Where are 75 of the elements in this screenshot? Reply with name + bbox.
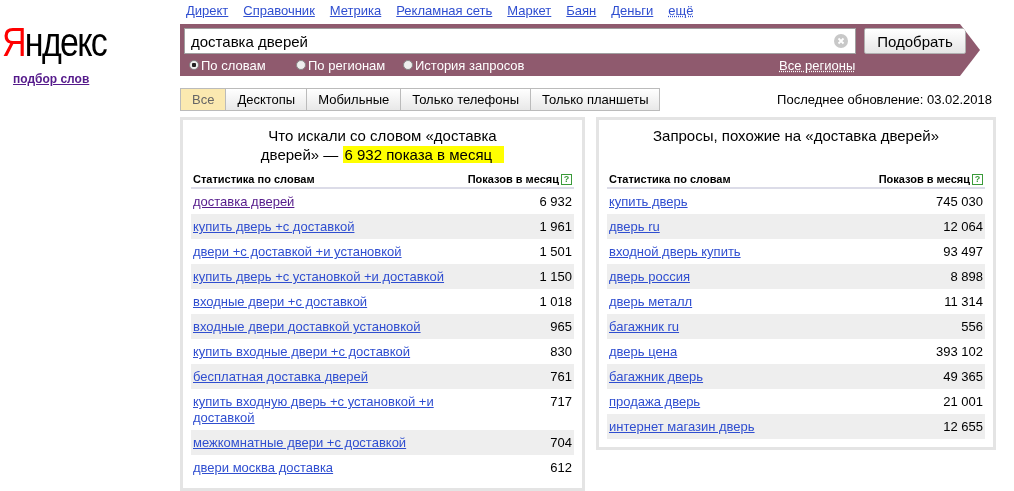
keyword-link[interactable]: двери москва доставка xyxy=(193,460,334,476)
keyword-link[interactable]: дверь ru xyxy=(609,219,660,235)
count-cell: 556 xyxy=(961,319,983,335)
column-header: Показов в месяц xyxy=(878,173,970,185)
count-cell: 93 497 xyxy=(943,244,983,260)
panel-title: Что искали со словом «доставка дверей» — 6 932 показа в месяц xyxy=(191,126,574,164)
subtitle-link[interactable]: подбор слов xyxy=(13,72,90,86)
keyword-link[interactable]: межкомнатные двери +с доставкой xyxy=(193,435,407,451)
keyword-link[interactable]: багажник дверь xyxy=(609,369,704,385)
tab[interactable]: Только планшеты xyxy=(531,88,661,111)
nav-link[interactable]: Маркет xyxy=(507,2,552,18)
help-icon[interactable]: ? xyxy=(972,173,983,185)
count-cell: 393 102 xyxy=(936,344,983,360)
keyword-link[interactable]: входной дверь купить xyxy=(609,244,741,260)
radio-label[interactable]: По регионам xyxy=(308,57,386,73)
count-cell: 1 501 xyxy=(539,244,572,260)
nav-link[interactable]: Справочник xyxy=(243,2,315,18)
column-header: Статистика по словам xyxy=(193,173,315,185)
keyword-link[interactable]: купить дверь xyxy=(609,194,688,210)
keyword-link[interactable]: дверь металл xyxy=(609,294,693,310)
count-cell: 8 898 xyxy=(950,269,983,285)
radio-button[interactable] xyxy=(403,60,413,70)
radio-button[interactable] xyxy=(189,60,199,70)
keyword-link[interactable]: входные двери доставкой установкой xyxy=(193,319,421,335)
count-cell: 11 314 xyxy=(944,294,983,310)
tab[interactable]: Только телефоны xyxy=(401,88,531,111)
keyword-link[interactable]: бесплатная доставка дверей xyxy=(193,369,368,385)
keyword-link[interactable]: купить входные двери +с доставкой xyxy=(193,344,411,360)
count-cell: 49 365 xyxy=(943,369,983,385)
keyword-link[interactable]: дверь россия xyxy=(609,269,690,285)
keyword-link[interactable]: входные двери +с доставкой xyxy=(193,294,368,310)
count-cell: 830 xyxy=(550,344,572,360)
count-cell: 761 xyxy=(550,369,572,385)
count-cell: 612 xyxy=(550,460,572,476)
nav-link[interactable]: Баян xyxy=(566,2,597,18)
keyword-link[interactable]: доставка дверей xyxy=(193,194,295,210)
tab[interactable]: Десктопы xyxy=(226,88,308,111)
count-cell: 704 xyxy=(550,435,572,451)
count-cell: 1 018 xyxy=(539,294,572,310)
keyword-link[interactable]: купить дверь +с доставкой xyxy=(193,219,355,235)
help-icon[interactable]: ? xyxy=(561,173,572,185)
submit-button[interactable]: Подобрать xyxy=(864,28,966,54)
panel-title: Запросы, похожие на «доставка дверей» xyxy=(652,126,940,146)
count-cell: 1 150 xyxy=(539,269,572,285)
keyword-link[interactable]: багажник ru xyxy=(609,319,680,335)
search-field[interactable]: доставка дверей xyxy=(184,28,856,54)
nav-link[interactable]: ещё xyxy=(668,2,694,18)
last-update-text: Последнее обновление: 03.02.2018 xyxy=(777,92,992,107)
keyword-link[interactable]: купить входную дверь +с установкой +и доставкой xyxy=(193,394,473,426)
count-cell: 21 001 xyxy=(943,394,983,410)
nav-link[interactable]: Деньги xyxy=(611,2,654,18)
nav-link[interactable]: Рекламная сеть xyxy=(396,2,493,18)
count-cell: 745 030 xyxy=(936,194,983,210)
radio-label[interactable]: История запросов xyxy=(415,57,525,73)
count-cell: 12 064 xyxy=(943,219,983,235)
nav-link[interactable]: Директ xyxy=(186,2,229,18)
keyword-link[interactable]: продажа дверь xyxy=(609,394,701,410)
tab[interactable]: Все xyxy=(180,88,227,111)
keyword-link[interactable]: интернет магазин дверь xyxy=(609,419,755,435)
region-link[interactable]: Все регионы xyxy=(779,57,856,73)
count-cell: 965 xyxy=(550,319,572,335)
count-cell: 1 961 xyxy=(539,219,572,235)
column-header: Показов в месяц xyxy=(467,173,559,185)
column-header: Статистика по словам xyxy=(609,173,731,185)
count-cell: 6 932 xyxy=(539,194,572,210)
count-cell: 717 xyxy=(550,394,572,410)
radio-button[interactable] xyxy=(296,60,306,70)
keyword-link[interactable]: купить дверь +с установкой +и доставкой xyxy=(193,269,445,285)
keyword-link[interactable]: дверь цена xyxy=(609,344,678,360)
nav-link[interactable]: Метрика xyxy=(329,2,382,18)
tab[interactable]: Мобильные xyxy=(307,88,402,111)
logo[interactable]: Яндекс xyxy=(2,22,107,62)
count-cell: 12 655 xyxy=(943,419,983,435)
keyword-link[interactable]: двери +с доставкой +и установкой xyxy=(193,244,402,260)
radio-label[interactable]: По словам xyxy=(201,57,266,73)
